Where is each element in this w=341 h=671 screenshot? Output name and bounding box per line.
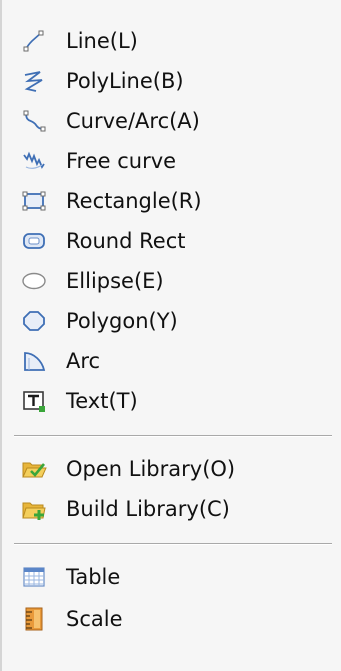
text-icon [23,391,45,412]
scale-icon [25,607,43,631]
menu-item-scale[interactable]: Scale [4,599,341,639]
menu-item-curve-arc[interactable]: Curve/Arc(A) [4,101,341,141]
menu-item-label: Table [66,565,121,589]
round-rect-icon [23,233,45,249]
arc-icon [24,352,46,371]
line-icon [23,30,44,52]
menu-item-round-rect[interactable]: Round Rect [4,221,341,261]
menu-separator [14,543,332,545]
menu-item-polygon[interactable]: Polygon(Y) [4,301,341,341]
curve-arc-icon [23,110,46,132]
menu-item-text[interactable]: Text(T) [4,381,341,421]
menu-item-label: Open Library(O) [66,457,236,481]
menu-item-arc[interactable]: Arc [4,341,341,381]
build-library-icon [22,502,46,520]
menu-item-label: Free curve [66,149,177,173]
free-curve-icon [23,151,45,169]
menu-item-free-curve[interactable]: Free curve [4,141,341,181]
menu-item-line[interactable]: Line(L) [4,21,341,61]
menu-item-label: Curve/Arc(A) [66,109,200,133]
drawing-context-menu: Line(L) PolyLine(B) Curve/Arc(A) Free cu… [0,0,341,671]
menu-item-open-library[interactable]: Open Library(O) [4,449,341,489]
menu-item-label: Round Rect [66,229,186,253]
polyline-icon [24,71,43,92]
menu-item-label: Line(L) [66,29,138,53]
table-icon [23,567,45,587]
polygon-icon [23,311,45,331]
menu-item-label: Rectangle(R) [66,189,202,213]
menu-item-label: Build Library(C) [66,497,230,521]
rectangle-icon [22,191,46,211]
menu-item-label: Ellipse(E) [66,269,164,293]
menu-item-label: PolyLine(B) [66,69,184,93]
menu-item-table[interactable]: Table [4,557,341,597]
menu-separator [14,435,332,437]
menu-item-build-library[interactable]: Build Library(C) [4,489,341,529]
menu-item-label: Text(T) [66,389,138,413]
menu-item-label: Arc [66,349,101,373]
menu-item-ellipse[interactable]: Ellipse(E) [4,261,341,301]
menu-item-label: Polygon(Y) [66,309,178,333]
ellipse-icon [22,272,46,290]
menu-item-rectangle[interactable]: Rectangle(R) [4,181,341,221]
open-library-icon [22,462,47,478]
menu-item-label: Scale [66,607,123,631]
menu-item-polyline[interactable]: PolyLine(B) [4,61,341,101]
